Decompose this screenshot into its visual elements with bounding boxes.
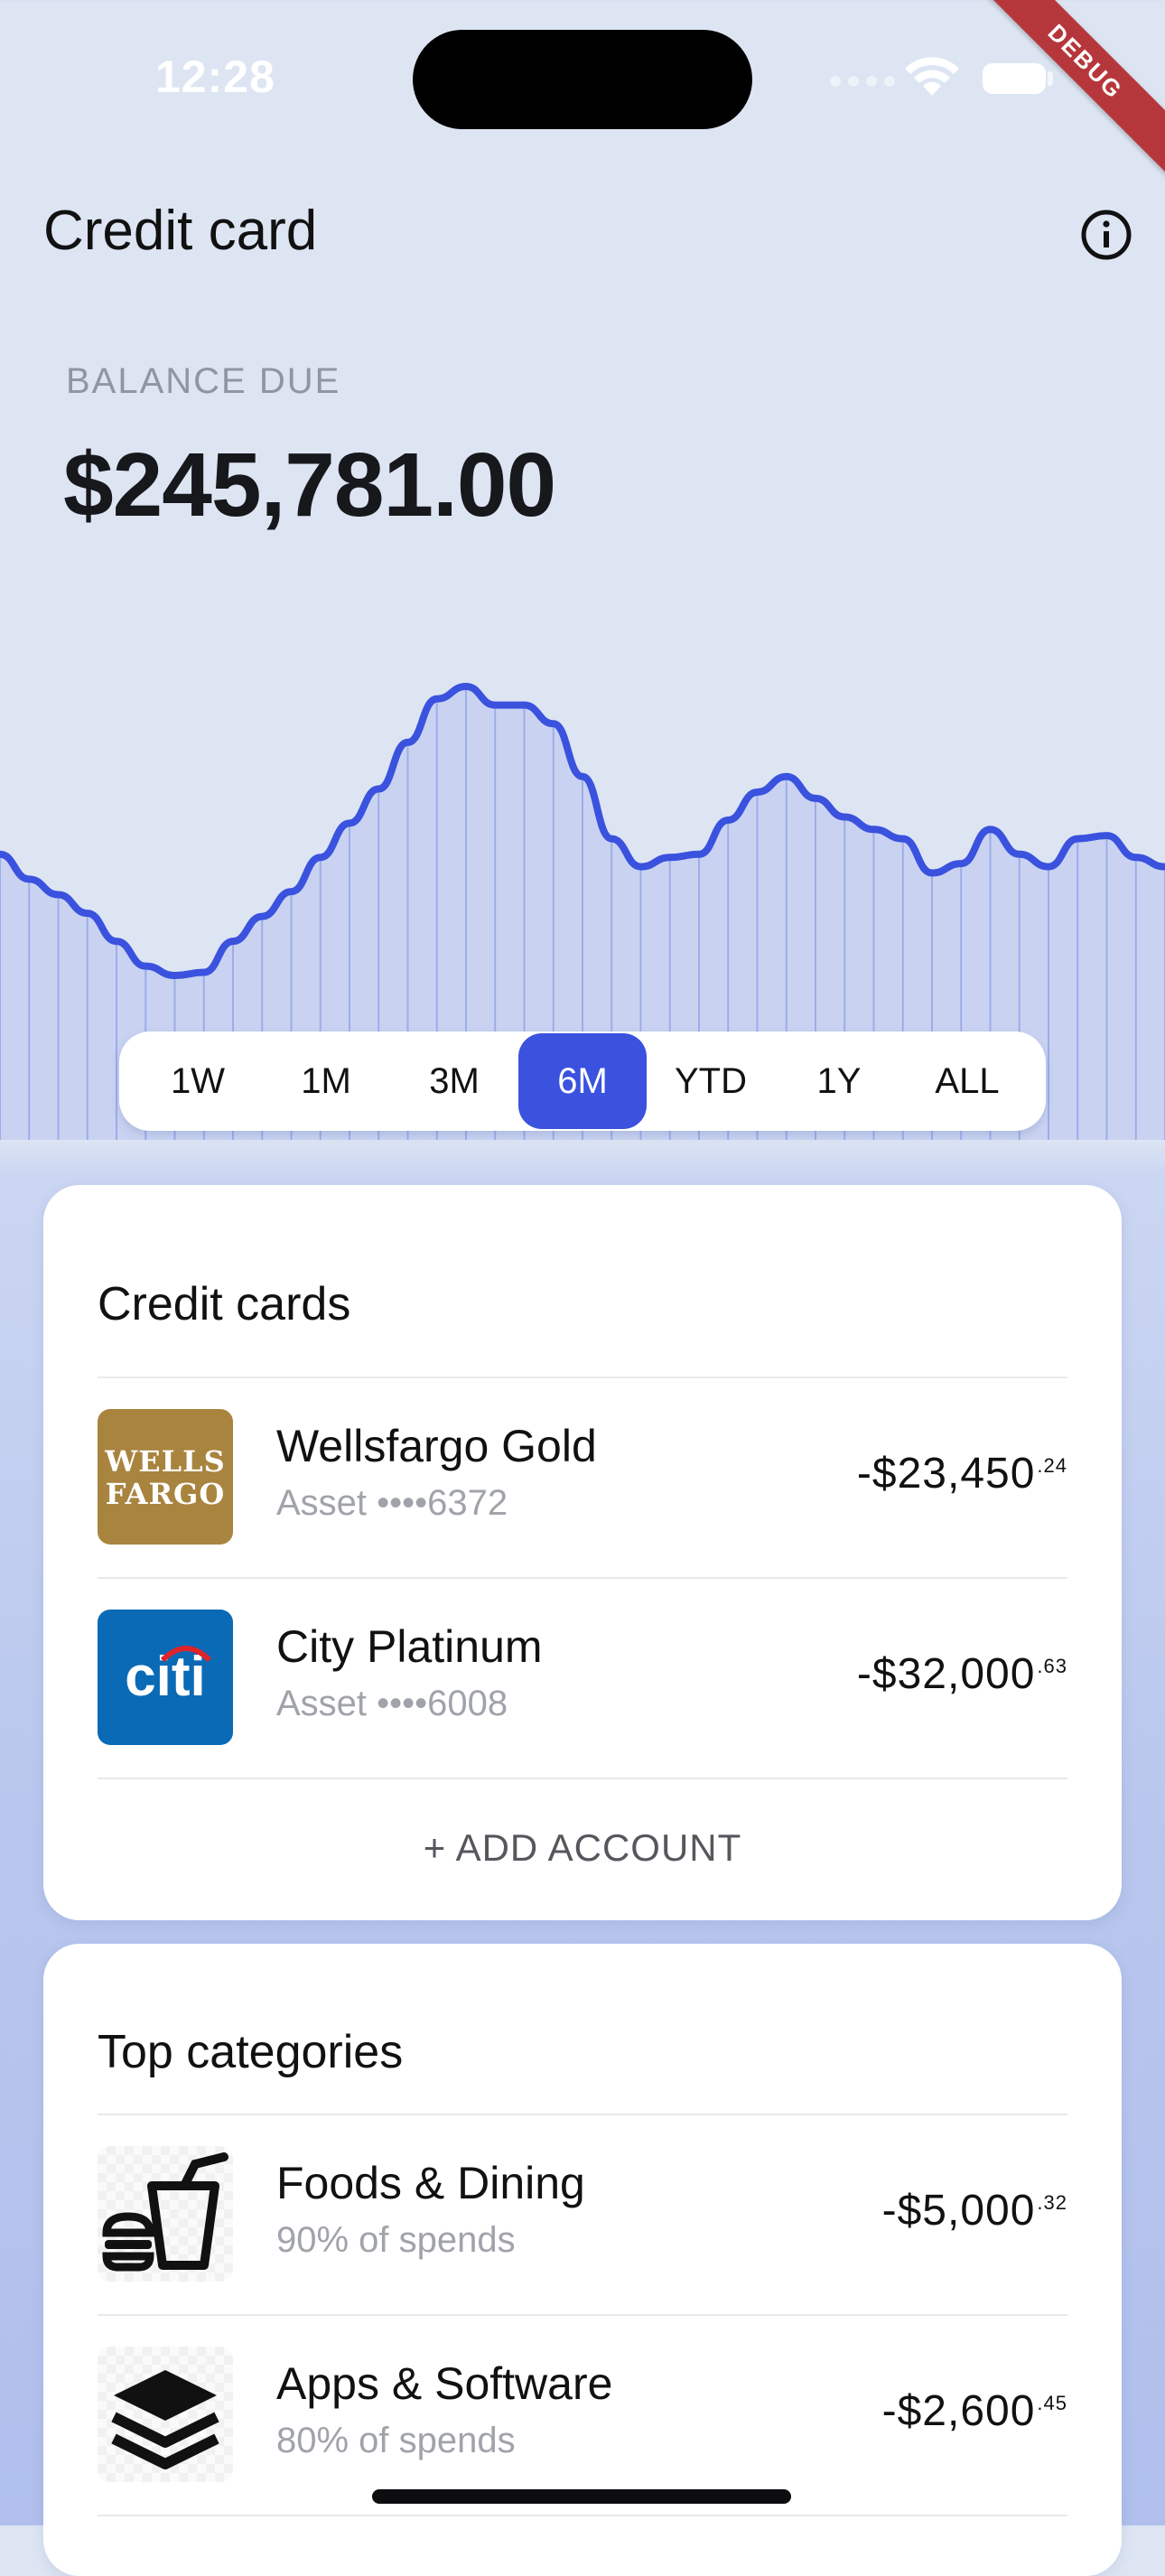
- divider: [98, 1377, 1067, 1378]
- category-amount: -$2,600.45: [881, 2387, 1067, 2435]
- divider: [98, 2114, 1067, 2115]
- account-name: City Platinum: [276, 1621, 543, 1672]
- add-account-button[interactable]: + ADD ACCOUNT: [43, 1826, 1122, 1870]
- divider: [98, 2314, 1067, 2316]
- citi-arc-icon: [160, 1646, 212, 1662]
- section-title: Credit cards: [98, 1278, 351, 1330]
- status-time: 12:28: [155, 51, 275, 102]
- battery-icon: [983, 63, 1046, 94]
- range-button-all[interactable]: ALL: [903, 1033, 1031, 1129]
- balance-label: BALANCE DUE: [66, 361, 341, 401]
- top-categories-card: Top categories Foods & Dining 90% of spe…: [43, 1944, 1122, 2576]
- wells-fargo-logo: WELLS FARGO: [98, 1409, 233, 1545]
- divider: [98, 1577, 1067, 1579]
- account-sub: Asset ••••6008: [276, 1684, 508, 1723]
- credit-cards-card: Credit cards WELLS FARGO Wellsfargo Gold…: [43, 1185, 1122, 1920]
- range-button-1m[interactable]: 1M: [262, 1033, 390, 1129]
- range-button-6m[interactable]: 6M: [518, 1033, 647, 1129]
- account-sub: Asset ••••6372: [276, 1483, 508, 1523]
- range-button-3m[interactable]: 3M: [390, 1033, 518, 1129]
- category-sub: 90% of spends: [276, 2220, 516, 2260]
- account-amount: -$23,450.24: [856, 1450, 1067, 1498]
- section-title: Top categories: [98, 2026, 404, 2078]
- account-amount: -$32,000.63: [856, 1650, 1067, 1698]
- range-button-1y[interactable]: 1Y: [775, 1033, 903, 1129]
- wifi-icon: [905, 57, 959, 96]
- category-sub: 80% of spends: [276, 2421, 516, 2460]
- food-drink-icon: [98, 2146, 233, 2282]
- page-title: Credit card: [43, 200, 318, 262]
- category-amount: -$5,000.32: [881, 2187, 1067, 2235]
- category-name: Apps & Software: [276, 2358, 613, 2409]
- battery-tip: [1048, 71, 1053, 86]
- layers-stack-icon: [98, 2347, 233, 2482]
- dynamic-island: [413, 30, 752, 129]
- range-button-ytd[interactable]: YTD: [647, 1033, 775, 1129]
- range-button-1w[interactable]: 1W: [134, 1033, 262, 1129]
- info-circle-icon[interactable]: [1080, 209, 1132, 261]
- divider: [98, 2515, 1067, 2516]
- range-selector: 1W 1M 3M 6M YTD 1Y ALL: [119, 1031, 1046, 1131]
- divider: [98, 1778, 1067, 1779]
- debug-banner: DEBUG: [955, 0, 1165, 192]
- category-name: Foods & Dining: [276, 2158, 585, 2208]
- account-name: Wellsfargo Gold: [276, 1421, 597, 1471]
- citi-logo: citi: [98, 1610, 233, 1745]
- balance-amount: $245,781.00: [63, 434, 556, 536]
- home-indicator[interactable]: [372, 2489, 791, 2504]
